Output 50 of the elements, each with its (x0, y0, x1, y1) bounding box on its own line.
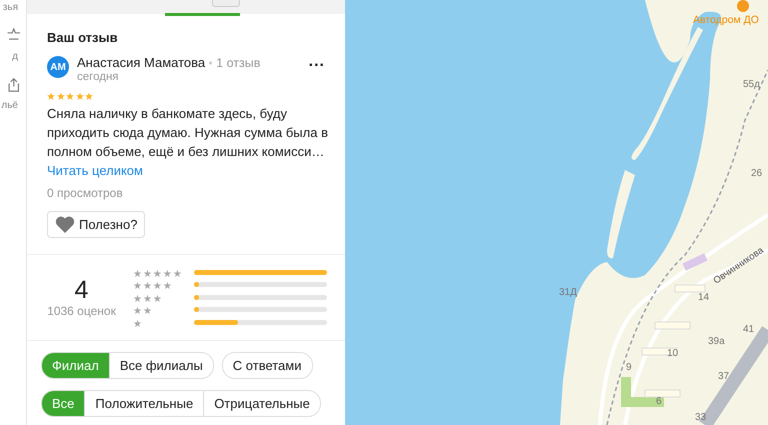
star-icon (47, 92, 55, 100)
building (682, 253, 708, 271)
more-menu[interactable]: ... (306, 55, 327, 69)
heart-icon (55, 216, 75, 233)
building-number: 39а (708, 336, 725, 347)
building-number: 14 (698, 292, 710, 303)
star-icon (56, 92, 64, 100)
poi-marker-icon[interactable] (737, 0, 749, 12)
ratings-count: 1036 оценок (47, 304, 116, 318)
review-heading: Ваш отзыв (47, 30, 119, 45)
star-rating-label: ★★★★ (133, 281, 173, 292)
share-icon[interactable] (6, 76, 20, 94)
building (654, 322, 690, 330)
review-count: 1 отзыв (216, 56, 260, 70)
building (642, 348, 678, 356)
building-number: 37 (718, 371, 730, 382)
building-number: 10 (667, 348, 678, 359)
review-text: Сняла наличку в банкомате здесь, буду приходить сюда думаю. Нужная сумма была в полном объеме, ещё и без лишних комисси… (47, 105, 329, 161)
star-icon (66, 92, 74, 100)
rating-score: 4 (74, 276, 88, 304)
useful-button[interactable]: Полезно? (47, 211, 146, 238)
filter-chip[interactable]: Все филиалы (108, 352, 213, 378)
poi-label: Автодром ДО (693, 14, 759, 26)
rail-label[interactable]: льё (1, 100, 18, 111)
building-number: 26 (751, 168, 762, 179)
rail-label[interactable]: зья (2, 2, 18, 13)
star-icon (76, 92, 84, 100)
building-number: 6 (656, 396, 662, 407)
avatar: АМ (47, 56, 69, 78)
views-count: 0 просмотров (47, 186, 124, 200)
read-more-link[interactable]: Читать целиком (47, 163, 143, 178)
park-area (621, 377, 664, 407)
building-number: 31Д (559, 287, 577, 298)
building-number: 55д (743, 79, 760, 90)
building (644, 390, 680, 398)
rail-label[interactable]: д (12, 51, 18, 62)
building (674, 284, 706, 292)
building-number: 9 (626, 362, 632, 373)
star-rating-label: ★★★ (133, 294, 163, 305)
star-rating-label: ★★★★★ (133, 268, 183, 280)
star-rating-label: ★★ (133, 306, 153, 318)
filter-chip[interactable]: Отрицательные (203, 390, 320, 416)
tab-handle[interactable] (212, 0, 240, 7)
star-icon (85, 92, 93, 100)
author-name[interactable]: Анастасия Маматова (77, 55, 206, 70)
building-number: 41 (743, 324, 754, 335)
review-date: сегодня (77, 71, 120, 83)
star-rating-label: ★ (133, 318, 143, 330)
filter-chip[interactable]: С ответами (222, 352, 312, 378)
building-number: 33 (695, 412, 706, 423)
